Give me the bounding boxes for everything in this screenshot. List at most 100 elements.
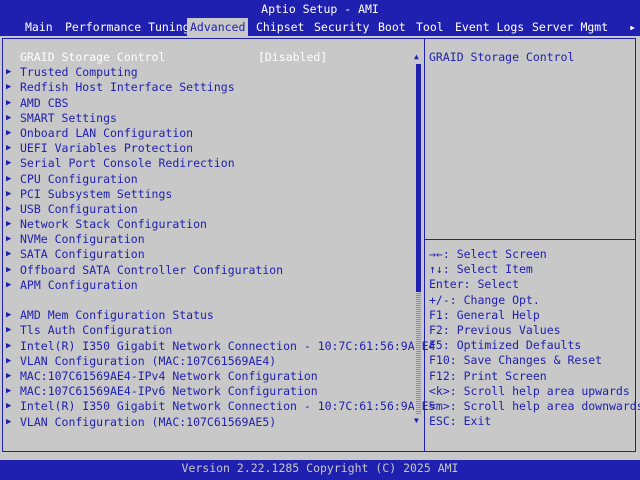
list-item[interactable]: ▶ MAC:107C61569AE4-IPv6 Network Configura… [4,384,414,399]
key-hint-select-item: ↑↓: Select Item [429,262,533,277]
list-item[interactable]: ▶ CPU Configuration [4,172,414,187]
submenu-arrow-icon: ▶ [6,416,12,427]
list-item-label: CPU Configuration [20,171,138,186]
more-tabs-arrow-icon[interactable]: ▸ [629,18,636,36]
submenu-arrow-icon: ▶ [6,279,12,290]
list-item[interactable]: ▶ SMART Settings [4,111,414,126]
settings-list: GRAID Storage Control [Disabled] ▶ Trusted … [4,50,435,430]
tab-server-mgmt[interactable]: Server Mgmt [529,18,611,36]
tab-chipset[interactable]: Chipset [253,18,307,36]
list-item-label: Redfish Host Interface Settings [20,80,235,95]
key-hint-general-help: F1: General Help [429,307,540,322]
key-hint-select-screen: →←: Select Screen [429,247,547,261]
submenu-arrow-icon: ▶ [6,386,12,397]
list-item-value[interactable]: [Disabled] [258,50,327,65]
submenu-arrow-icon: ▶ [6,234,12,245]
list-item[interactable]: ▶ NVMe Configuration [4,232,414,247]
submenu-arrow-icon: ▶ [6,355,12,366]
panel-divider-vertical [424,38,425,452]
submenu-arrow-icon: ▶ [6,340,12,351]
list-item[interactable]: ▶ PCI Subsystem Settings [4,187,414,202]
submenu-arrow-icon: ▶ [6,401,12,412]
key-hint-save-reset: F10: Save Changes & Reset [429,353,603,368]
list-item-label: USB Configuration [20,201,138,216]
submenu-arrow-icon: ▶ [6,143,12,154]
list-item[interactable]: ▶ Serial Port Console Redirection [4,156,414,171]
list-item[interactable]: ▶ Intel(R) I350 Gigabit Network Connectio… [4,399,435,414]
help-text: GRAID Storage Control [429,50,575,64]
submenu-arrow-icon: ▶ [6,173,12,184]
list-item[interactable]: ▶ VLAN Configuration (MAC:107C61569AE5) [4,415,414,430]
list-item-label: VLAN Configuration (MAC:107C61569AE5) [20,414,277,429]
key-hint-scroll-up: <k>: Scroll help area upwards [429,383,630,398]
list-item-label: Intel(R) I350 Gigabit Network Connection… [20,338,436,353]
submenu-arrow-icon: ▶ [6,127,12,138]
list-item-label: AMD CBS [20,95,69,110]
submenu-arrow-icon: ▶ [6,249,12,260]
list-item-label: APM Configuration [20,277,138,292]
key-legend: →←: Select Screen ↑↓: Select Item Enter:… [429,247,640,429]
tab-event-logs[interactable]: Event Logs [452,18,527,36]
menu-bar: Main Performance Tuning Advanced Chipset… [0,18,640,36]
list-item-label: NVMe Configuration [20,232,145,247]
tab-advanced[interactable]: Advanced [187,18,249,36]
list-item[interactable]: ▶ Trusted Computing [4,65,414,80]
list-item-label: SMART Settings [20,110,117,125]
submenu-arrow-icon: ▶ [6,219,12,230]
list-item-label: UEFI Variables Protection [20,141,194,156]
key-hint-enter: Enter: Select [429,277,520,292]
list-item-label: Serial Port Console Redirection [20,156,235,171]
list-item[interactable]: ▶ Onboard LAN Configuration [4,126,414,141]
list-item[interactable]: ▶ Offboard SATA Controller Configuration [4,263,414,278]
key-hint-optimized-defaults: F5: Optimized Defaults [429,338,582,353]
list-item-label: VLAN Configuration (MAC:107C61569AE4) [20,353,277,368]
scroll-thumb[interactable] [416,64,421,292]
list-item-label: MAC:107C61569AE4-IPv4 Network Configurat… [20,368,318,383]
list-item[interactable]: ▶ Network Stack Configuration [4,217,414,232]
scrollbar[interactable]: ▲ ▼ [414,52,423,426]
list-item[interactable]: ▶ Redfish Host Interface Settings [4,80,414,95]
tab-main[interactable]: Main [22,18,56,36]
list-item-label: Trusted Computing [20,65,138,80]
list-item-label: Onboard LAN Configuration [20,125,194,140]
key-hint-change-opt: +/-: Change Opt. [429,292,540,307]
key-hint-exit: ESC: Exit [429,414,492,429]
submenu-arrow-icon: ▶ [6,82,12,93]
tab-security[interactable]: Security [311,18,372,36]
submenu-arrow-icon: ▶ [6,370,12,381]
list-item-label: GRAID Storage Control [20,50,166,64]
scroll-up-arrow-icon[interactable]: ▲ [414,52,419,62]
list-item[interactable]: ▶ VLAN Configuration (MAC:107C61569AE4) [4,354,414,369]
tab-performance-tuning[interactable]: Performance Tuning [62,18,193,36]
submenu-arrow-icon: ▶ [6,203,12,214]
list-item[interactable]: ▶ AMD Mem Configuration Status [4,308,414,323]
submenu-arrow-icon: ▶ [6,264,12,275]
submenu-arrow-icon: ▶ [6,325,12,336]
list-item[interactable]: ▶ Tls Auth Configuration [4,323,414,338]
list-item[interactable]: ▶ APM Configuration [4,278,414,293]
list-item-label: MAC:107C61569AE4-IPv6 Network Configurat… [20,384,318,399]
scroll-down-arrow-icon[interactable]: ▼ [414,416,419,426]
list-item[interactable]: ▶ AMD CBS [4,96,414,111]
submenu-arrow-icon: ▶ [6,188,12,199]
list-item-label: Tls Auth Configuration [20,323,173,338]
list-item-label: SATA Configuration [20,247,145,262]
key-hint-print-screen: F12: Print Screen [429,368,547,383]
tab-tool[interactable]: Tool [413,18,447,36]
list-item[interactable]: ▶ UEFI Variables Protection [4,141,414,156]
list-item-label: PCI Subsystem Settings [20,186,173,201]
tab-boot[interactable]: Boot [375,18,409,36]
list-item[interactable]: ▶ MAC:107C61569AE4-IPv4 Network Configura… [4,369,414,384]
submenu-arrow-icon: ▶ [6,67,12,78]
list-item-label: Offboard SATA Controller Configuration [20,262,284,277]
list-item-label: AMD Mem Configuration Status [20,308,214,323]
list-item[interactable]: GRAID Storage Control [Disabled] [4,50,414,65]
list-item[interactable]: ▶ Intel(R) I350 Gigabit Network Connectio… [4,339,435,354]
panel-divider-horizontal [425,239,636,240]
list-item[interactable]: ▶ SATA Configuration [4,247,414,262]
list-item[interactable]: ▶ USB Configuration [4,202,414,217]
footer-version: Version 2.22.1285 Copyright (C) 2025 AMI [0,460,640,480]
submenu-arrow-icon: ▶ [6,112,12,123]
key-hint-previous-values: F2: Previous Values [429,322,561,337]
